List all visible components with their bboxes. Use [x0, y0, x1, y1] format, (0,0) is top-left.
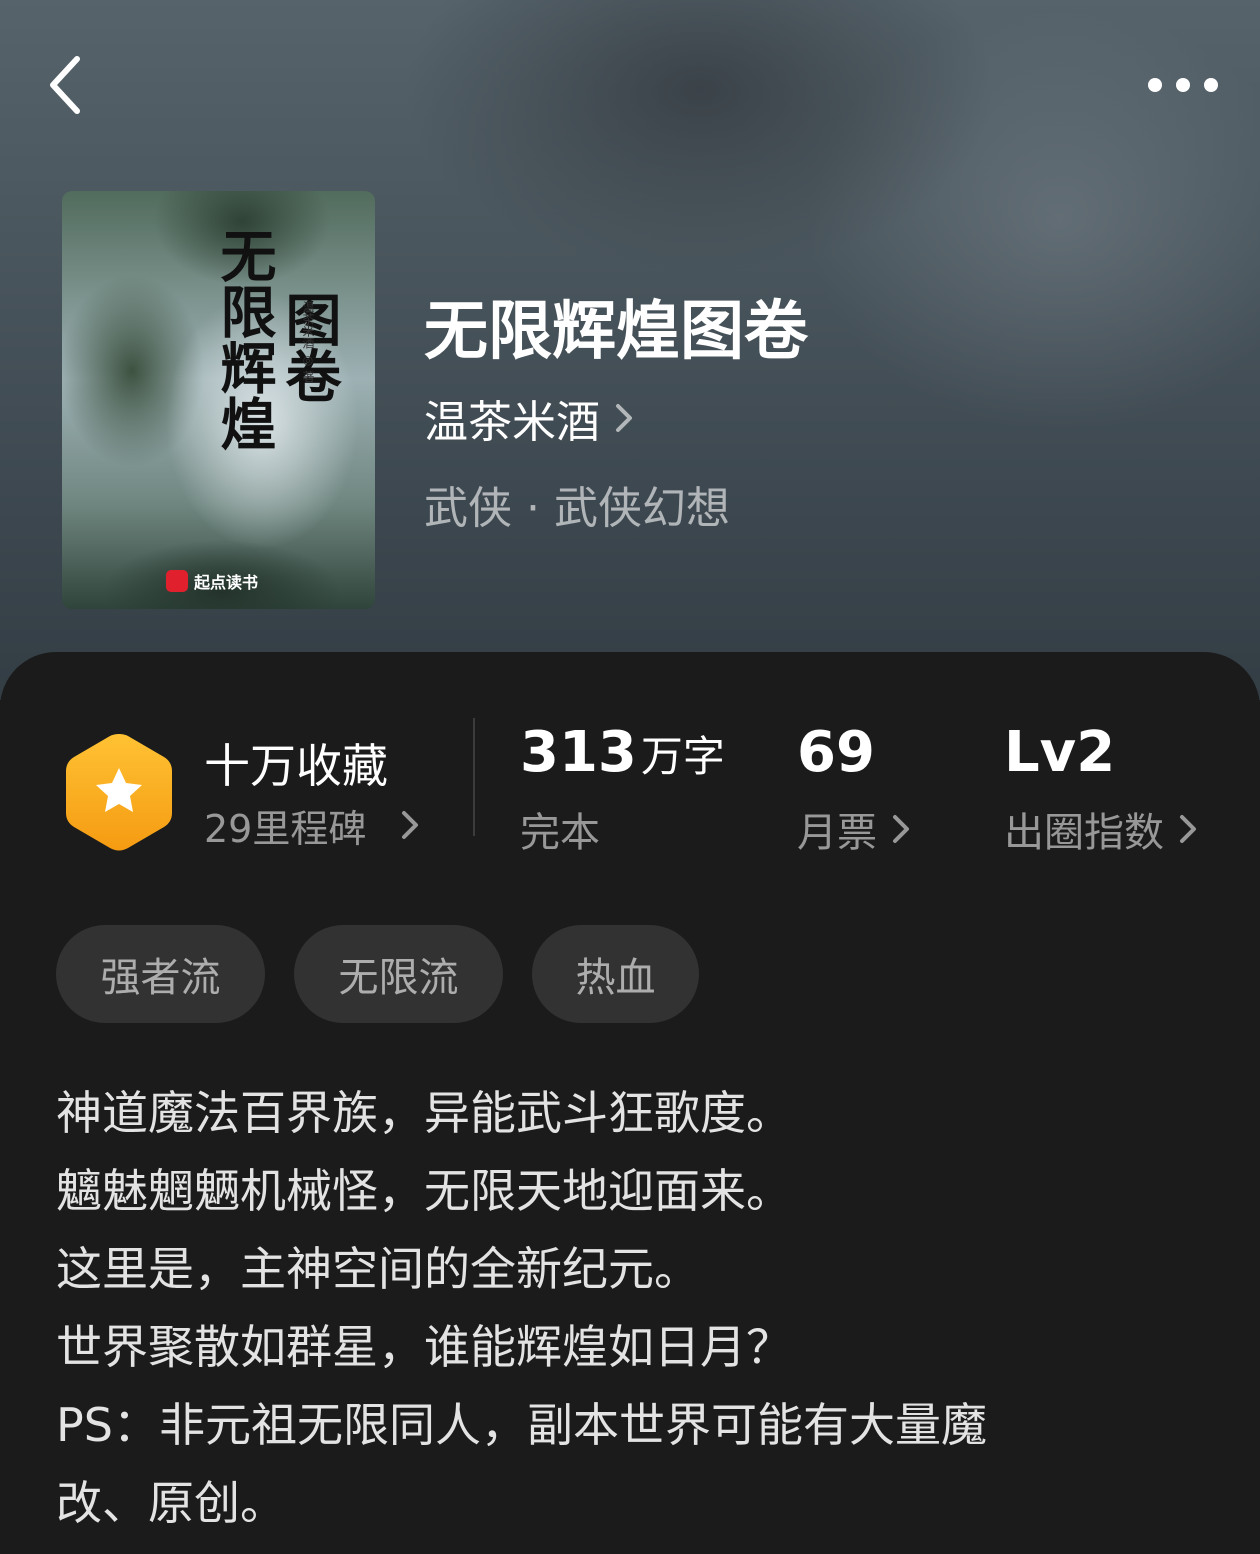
more-button[interactable]: [1138, 60, 1228, 110]
monthly-votes-number: 69: [797, 720, 875, 785]
monthly-votes-link[interactable]: 月票: [797, 802, 911, 856]
description-line: 神道魔法百界族，异能武斗狂歌度。: [56, 1086, 792, 1140]
book-cover[interactable]: 无限辉煌 图卷 温茶米酒 ◎ 著 起点读书: [62, 191, 375, 609]
description-line: 改、原创。: [56, 1476, 286, 1530]
cover-publisher-logo: 起点读书: [166, 569, 258, 593]
word-count-number: 313: [520, 720, 637, 785]
chevron-right-icon: [893, 815, 909, 843]
description-line: 世界聚散如群星，谁能辉煌如日月？: [56, 1320, 792, 1374]
chevron-right-icon: [402, 811, 419, 839]
milestones-text: 29里程碑: [204, 806, 367, 851]
book-title: 无限辉煌图卷: [424, 295, 808, 369]
level-link[interactable]: 出圈指数: [1004, 802, 1198, 856]
word-count: 313 万字: [520, 720, 725, 785]
word-count-unit: 万字: [640, 732, 725, 781]
stats-divider: [473, 718, 475, 836]
description-line: 魑魅魍魉机械怪，无限天地迎面来。: [56, 1164, 792, 1218]
milestones-link[interactable]: 29里程碑: [204, 800, 420, 851]
cover-publisher-text: 起点读书: [194, 573, 259, 592]
tag-chip[interactable]: 强者流: [56, 925, 265, 1023]
tag-chip[interactable]: 热血: [532, 925, 699, 1023]
book-description[interactable]: 神道魔法百界族，异能武斗狂歌度。 魑魅魍魉机械怪，无限天地迎面来。 这里是，主神…: [56, 1074, 1196, 1542]
level-label: 出圈指数: [1004, 810, 1164, 856]
status-text: 完本: [520, 810, 600, 856]
level-value: Lv2: [1004, 720, 1115, 785]
favorites-badge-icon: [66, 734, 172, 851]
back-button[interactable]: [30, 50, 100, 120]
description-line: PS：非元祖无限同人，副本世界可能有大量魔: [56, 1398, 987, 1452]
description-line: 这里是，主神空间的全新纪元。: [56, 1242, 700, 1296]
status-label: 完本: [520, 802, 600, 856]
author-name: 温茶米酒: [424, 397, 600, 448]
chevron-right-icon: [616, 404, 632, 432]
chevron-right-icon: [1180, 815, 1196, 843]
chevron-left-icon: [50, 56, 80, 114]
cover-title-text: 无限辉煌: [211, 227, 277, 451]
qidian-logo-icon: [166, 570, 188, 592]
cover-author-text: 温茶米酒 ◎ 著: [301, 301, 315, 383]
book-genre: 武侠 · 武侠幻想: [424, 483, 730, 534]
author-link[interactable]: 温茶米酒: [424, 390, 634, 448]
tag-chip[interactable]: 无限流: [294, 925, 503, 1023]
level-number: Lv2: [1004, 720, 1116, 785]
monthly-votes-label: 月票: [797, 810, 877, 856]
favorites-count: 十万收藏: [204, 739, 388, 793]
monthly-votes-count: 69: [797, 720, 875, 785]
more-horizontal-icon: [1148, 78, 1162, 92]
